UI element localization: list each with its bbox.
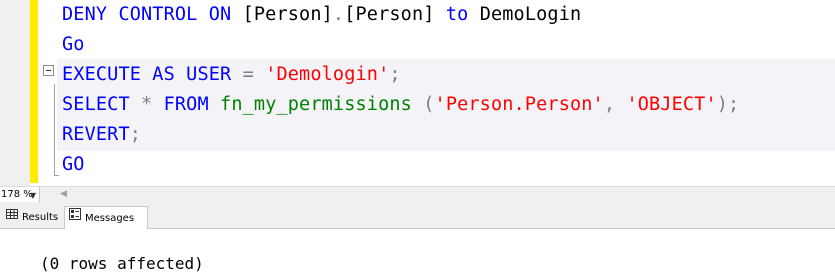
- code-line[interactable]: REVERT;: [62, 120, 739, 150]
- code-token: FROM: [163, 94, 221, 115]
- code-token: 'OBJECT': [626, 94, 717, 115]
- tab-messages-label: Messages: [85, 213, 135, 224]
- scroll-left-arrow-icon[interactable]: ◀: [60, 187, 67, 202]
- results-tab-strip: Results Messages: [0, 203, 835, 229]
- code-token: =: [242, 64, 266, 85]
- code-token: DENY CONTROL ON: [62, 4, 243, 25]
- messages-icon: [69, 207, 81, 229]
- code-token: [Person]: [242, 4, 333, 25]
- code-token: Go: [62, 34, 85, 55]
- code-token: 'Person.Person': [434, 94, 604, 115]
- code-line[interactable]: DENY CONTROL ON [Person].[Person] to Dem…: [62, 0, 739, 30]
- code-token: (: [423, 94, 435, 115]
- outline-region-end: [54, 175, 59, 176]
- message-text: (0 rows affected): [40, 254, 204, 273]
- editor-hscroll-strip: 178 % ▼ ◀: [0, 186, 835, 203]
- code-text[interactable]: DENY CONTROL ON [Person].[Person] to Dem…: [62, 0, 739, 180]
- outline-region-line: [54, 84, 55, 176]
- messages-pane[interactable]: (0 rows affected): [0, 229, 835, 278]
- code-token: SELECT: [62, 94, 142, 115]
- zoom-dropdown[interactable]: 178 % ▼: [0, 187, 40, 202]
- code-line[interactable]: GO: [62, 150, 739, 180]
- line-gutter: [0, 0, 30, 186]
- code-line[interactable]: SELECT * FROM fn_my_permissions ('Person…: [62, 90, 739, 120]
- code-token: );: [716, 94, 740, 115]
- code-token: ;: [389, 64, 401, 85]
- code-token: ;: [129, 124, 142, 145]
- code-token: 'Demologin': [265, 64, 390, 85]
- code-token: [Person]: [344, 4, 446, 25]
- query-editor[interactable]: DENY CONTROL ON [Person].[Person] to Dem…: [0, 0, 835, 186]
- code-token: to: [445, 4, 480, 25]
- collapse-region-icon[interactable]: [43, 65, 54, 76]
- tab-messages[interactable]: Messages: [64, 206, 148, 229]
- tab-results[interactable]: Results: [2, 206, 64, 228]
- code-line[interactable]: Go: [62, 30, 739, 60]
- code-token: REVERT: [62, 124, 130, 145]
- code-token: fn_my_permissions: [220, 94, 424, 115]
- code-token: ,: [603, 94, 627, 115]
- code-token: *: [141, 94, 164, 115]
- code-token: DemoLogin: [479, 4, 582, 25]
- grid-icon: [6, 206, 18, 228]
- change-tracking-bar: [30, 0, 38, 183]
- code-token: EXECUTE AS USER: [62, 64, 243, 85]
- code-line[interactable]: EXECUTE AS USER = 'Demologin';: [62, 60, 739, 90]
- zoom-value: 178 %: [1, 189, 33, 200]
- tab-results-label: Results: [22, 212, 59, 223]
- code-token: .: [332, 4, 345, 25]
- code-token: GO: [62, 154, 85, 175]
- chevron-down-icon: ▼: [29, 191, 36, 200]
